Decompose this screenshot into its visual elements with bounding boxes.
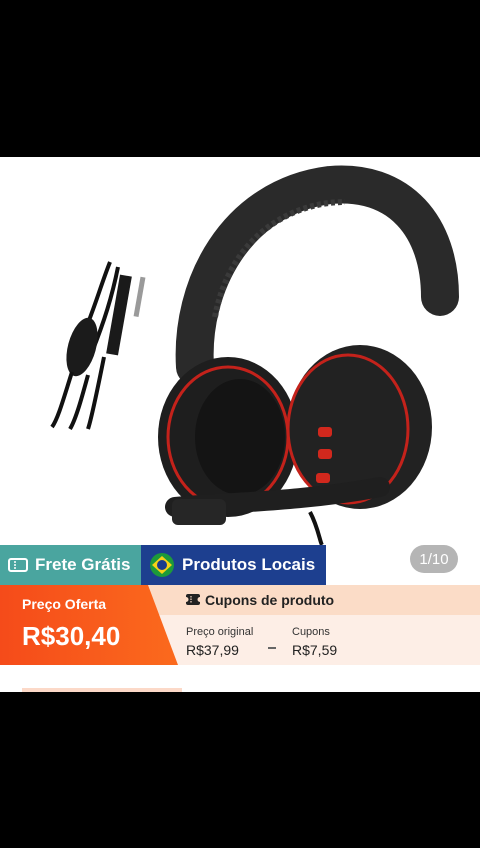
original-price-label: Preço original [186,626,254,638]
image-counter: 1/10 [410,545,458,573]
next-section-peek [22,688,182,692]
original-price-value: R$37,99 [186,642,239,658]
coupon-panel[interactable]: Cupons de produto Preço original R$37,99… [148,585,480,665]
local-products-badge: Produtos Locais [141,545,326,585]
coupon-title: Cupons de produto [205,592,335,608]
ticket-icon [8,557,28,573]
offer-label: Preço Oferta [22,596,107,612]
minus-sign [268,647,276,649]
local-products-label: Produtos Locais [182,555,316,574]
coupons-value: R$7,59 [292,642,338,658]
coupon-header: Cupons de produto [148,585,480,615]
free-shipping-label: Frete Grátis [35,555,131,574]
free-shipping-badge: Frete Grátis [0,545,141,585]
brazil-flag-icon [149,552,175,578]
badge-row: Frete Grátis Produtos Locais [0,545,326,585]
product-panel: 1/10 Frete Grátis Produtos Locais Cupons… [0,157,480,692]
coupon-icon [183,593,203,611]
product-image[interactable] [0,157,480,545]
offer-price: R$30,40 [22,621,121,651]
offer-price-block: Preço Oferta R$30,40 [0,585,178,665]
price-area: Cupons de produto Preço original R$37,99… [0,585,480,665]
coupons-label: Cupons [292,626,330,638]
